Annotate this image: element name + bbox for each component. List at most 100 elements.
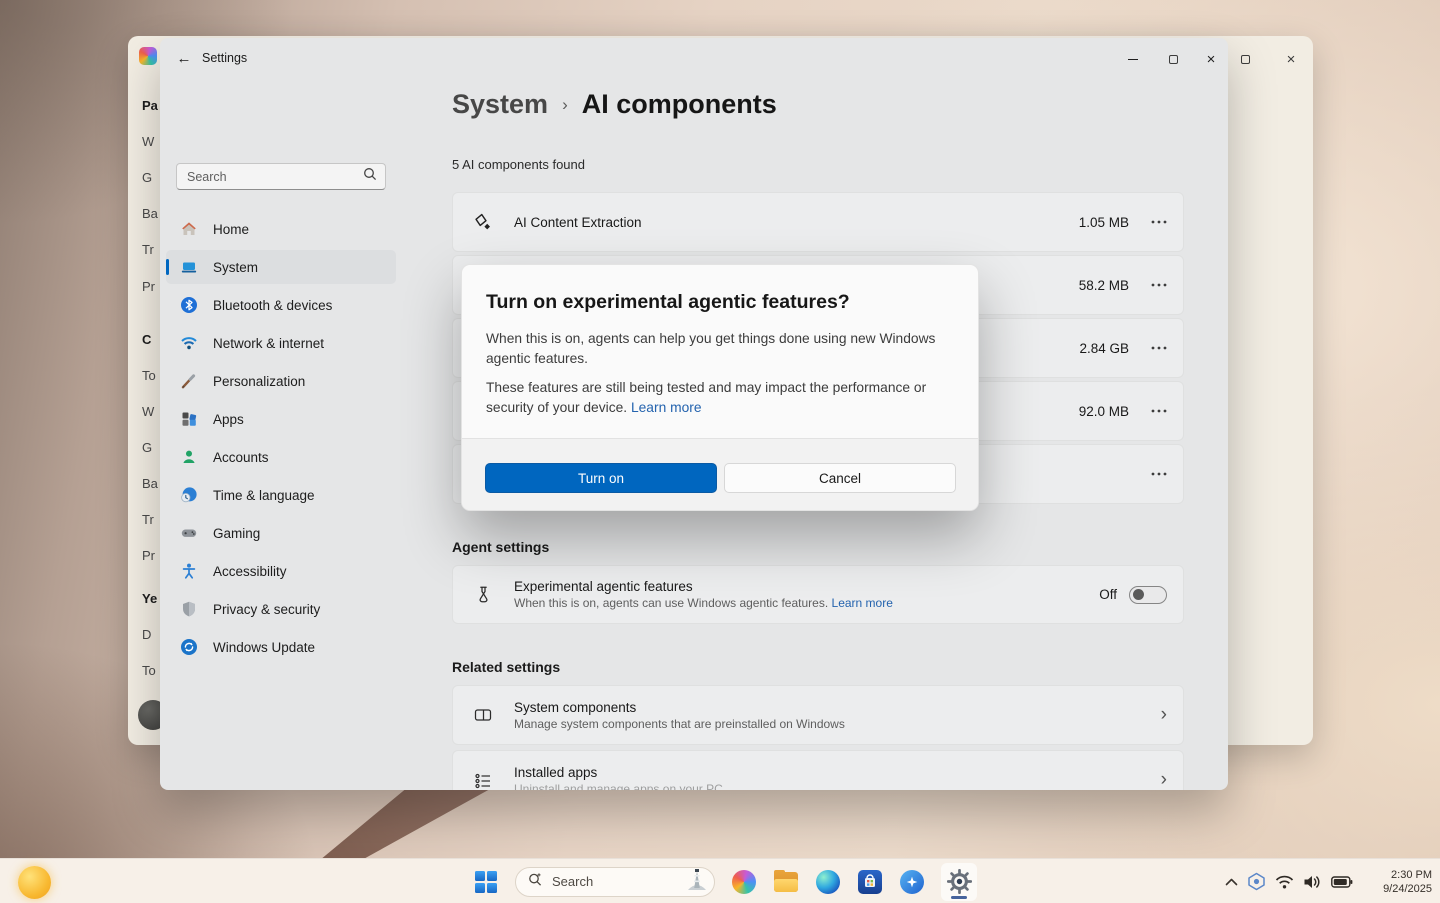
microsoft-store-icon[interactable] (857, 869, 882, 894)
sidebar-item-accounts[interactable]: Accounts (166, 440, 396, 474)
start-button[interactable] (473, 869, 498, 894)
sidebar-item-label: Personalization (213, 374, 305, 389)
sidebar-search-input[interactable]: Search (176, 163, 386, 190)
turn-on-button[interactable]: Turn on (485, 463, 717, 493)
sidebar-item-network-internet[interactable]: Network & internet (166, 326, 396, 360)
brush-icon (179, 372, 198, 391)
more-options-button[interactable] (1151, 409, 1167, 413)
widgets-weather-icon[interactable] (18, 866, 51, 899)
sidebar-item-label: Time & language (213, 488, 315, 503)
apps-icon (179, 410, 198, 429)
sidebar-item-privacy-security[interactable]: Privacy & security (166, 592, 396, 626)
folder-icon (774, 872, 798, 892)
sidebar-item-gaming[interactable]: Gaming (166, 516, 396, 550)
sidebar-item-accessibility[interactable]: Accessibility (166, 554, 396, 588)
component-row[interactable]: AI Content Extraction 1.05 MB (452, 192, 1184, 252)
settings-taskbar-icon[interactable] (941, 863, 977, 901)
clock-time: 2:30 PM (1370, 868, 1432, 882)
breadcrumb-separator-icon: › (562, 95, 568, 115)
bg-sidebar-fragment: G (142, 440, 152, 455)
sidebar-item-bluetooth-devices[interactable]: Bluetooth & devices (166, 288, 396, 322)
wifi-icon (179, 334, 198, 353)
search-placeholder: Search (552, 874, 684, 889)
update-icon (179, 638, 198, 657)
sidebar-item-label: Apps (213, 412, 244, 427)
bg-sidebar-fragment: W (142, 404, 154, 419)
bg-sidebar-fragment: Tr (142, 512, 154, 527)
breadcrumb-parent[interactable]: System (452, 89, 548, 120)
bg-sidebar-fragment: Pa (142, 98, 158, 113)
system-icon (179, 258, 198, 277)
windows-logo-icon (475, 871, 497, 893)
bg-sidebar-fragment: To (142, 663, 156, 678)
search-icon (528, 872, 543, 892)
search-highlight-image (684, 866, 710, 897)
chevron-right-icon: › (1161, 769, 1167, 790)
volume-icon[interactable] (1303, 874, 1322, 890)
file-explorer-icon[interactable] (773, 869, 798, 894)
sidebar-item-personalization[interactable]: Personalization (166, 364, 396, 398)
component-size: 1.05 MB (1079, 215, 1129, 230)
agentic-features-dialog: Turn on experimental agentic features? W… (461, 264, 979, 511)
more-options-button[interactable] (1151, 283, 1167, 287)
clock-date: 9/24/2025 (1370, 882, 1432, 896)
bg-sidebar-fragment: To (142, 368, 156, 383)
back-button[interactable]: ← (171, 45, 197, 71)
bg-window-close-button[interactable]: × (1278, 46, 1304, 72)
gamepad-icon (179, 524, 198, 543)
learn-more-link[interactable]: Learn more (832, 596, 893, 610)
battery-icon[interactable] (1331, 876, 1353, 888)
accessibility-icon (179, 562, 198, 581)
edge-browser-icon[interactable] (815, 869, 840, 894)
bg-sidebar-fragment: Ba (142, 206, 158, 221)
close-button[interactable]: × (1193, 44, 1228, 74)
setting-title: Installed apps (514, 765, 1161, 780)
window-title: Settings (202, 51, 247, 65)
bluetooth-icon (179, 296, 198, 315)
section-header: Agent settings (452, 539, 549, 555)
bg-window-maximize-button[interactable] (1232, 46, 1258, 72)
sidebar-item-home[interactable]: Home (166, 212, 396, 246)
system-components-row[interactable]: System components Manage system componen… (452, 685, 1184, 745)
component-size: 92.0 MB (1079, 404, 1129, 419)
sidebar-item-label: Accessibility (213, 564, 287, 579)
wifi-tray-icon[interactable] (1275, 875, 1294, 889)
cancel-button[interactable]: Cancel (724, 463, 956, 493)
dialog-footer: Turn on Cancel (462, 438, 978, 510)
sidebar-item-windows-update[interactable]: Windows Update (166, 630, 396, 664)
taskbar-clock[interactable]: 2:30 PM 9/24/2025 (1370, 868, 1432, 896)
tray-app-icon[interactable] (1247, 872, 1266, 891)
bg-sidebar-fragment: Ba (142, 476, 158, 491)
copilot-taskbar-icon[interactable] (731, 869, 756, 894)
components-count: 5 AI components found (452, 157, 585, 172)
m365-copilot-icon[interactable] (899, 869, 924, 894)
component-name: AI Content Extraction (514, 215, 1079, 230)
home-icon (179, 220, 198, 239)
more-options-button[interactable] (1151, 472, 1167, 476)
bg-sidebar-fragment: D (142, 627, 151, 642)
setting-description: Uninstall and manage apps on your PC (514, 782, 1161, 791)
back-arrow-icon: ← (177, 50, 192, 67)
installed-apps-row[interactable]: Installed apps Uninstall and manage apps… (452, 750, 1184, 790)
sidebar-item-system[interactable]: System (166, 250, 396, 284)
edge-icon (816, 870, 840, 894)
sidebar-item-label: Bluetooth & devices (213, 298, 332, 313)
more-options-button[interactable] (1151, 346, 1167, 350)
breadcrumb: System › AI components (452, 86, 777, 122)
sidebar-item-label: Home (213, 222, 249, 237)
agentic-features-toggle[interactable] (1129, 586, 1167, 604)
maximize-icon (1241, 55, 1250, 64)
hidden-icons-chevron[interactable] (1225, 878, 1238, 886)
more-options-button[interactable] (1151, 220, 1167, 224)
sidebar-item-apps[interactable]: Apps (166, 402, 396, 436)
learn-more-link[interactable]: Learn more (631, 400, 702, 415)
sidebar-item-time-language[interactable]: Time & language (166, 478, 396, 512)
copilot-icon (732, 870, 756, 894)
taskbar-search[interactable]: Search (515, 867, 715, 897)
component-size: 58.2 MB (1079, 278, 1129, 293)
selected-accent-bar (166, 259, 169, 275)
bg-sidebar-fragment: W (142, 134, 154, 149)
setting-title: System components (514, 700, 1161, 715)
taskbar-center: Search (473, 859, 977, 903)
bg-sidebar-fragment: C (142, 332, 151, 347)
